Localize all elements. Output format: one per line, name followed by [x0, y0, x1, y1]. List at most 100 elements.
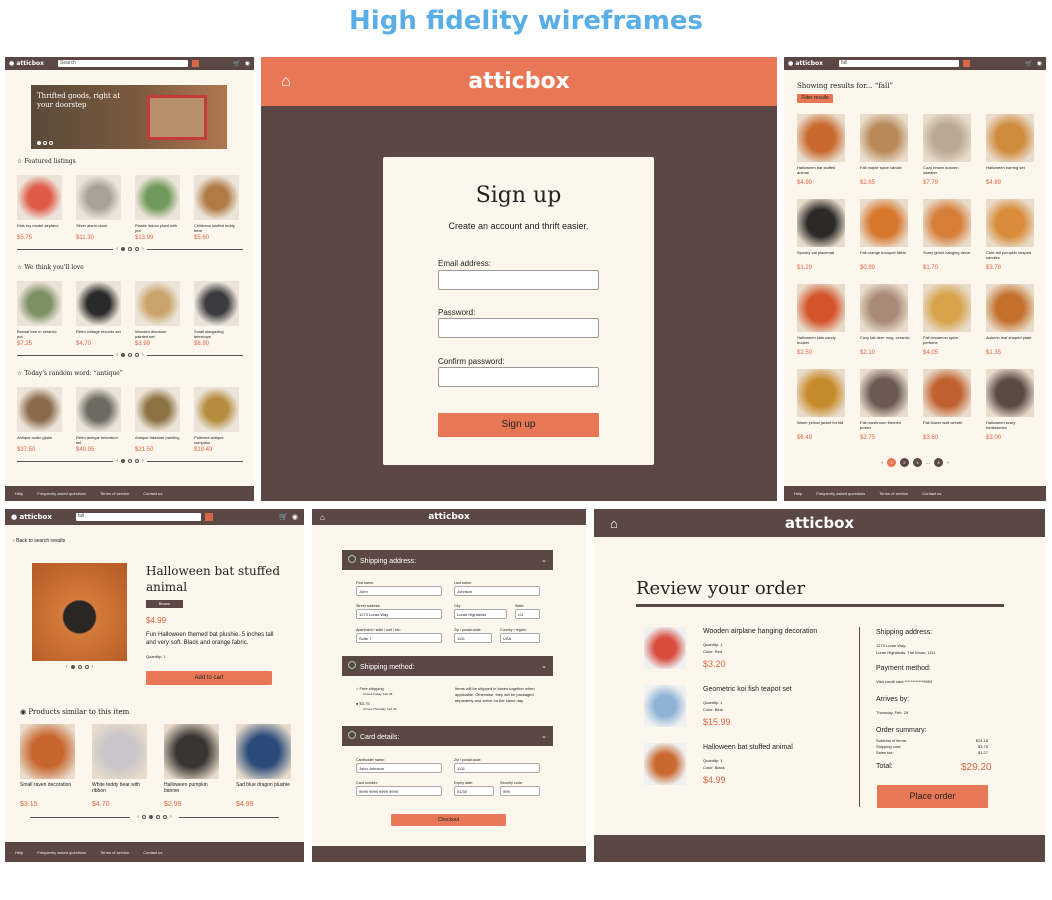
result-image[interactable] [923, 199, 971, 247]
footer-link[interactable]: Frequently asked questions [816, 491, 865, 496]
search-button[interactable] [204, 513, 213, 521]
listing-name[interactable]: Retro antique television set [76, 435, 121, 445]
quantity-stepper[interactable]: Quantity: 1 [146, 654, 165, 659]
similar-carousel-dots[interactable]: ‹ › [5, 814, 304, 820]
search-button[interactable] [963, 60, 971, 67]
cart-icon[interactable]: 🛒 [233, 60, 240, 67]
radio-free[interactable]: ○ Free shipping Arrives Friday, Feb 28 [356, 686, 392, 697]
footer-link[interactable]: Help [794, 491, 802, 496]
listing-name[interactable]: Wooden dinosaur painted set [135, 329, 180, 339]
similar-name[interactable]: Sad blue dragon plushie [236, 782, 296, 788]
listing-image[interactable] [17, 281, 62, 326]
result-name[interactable]: Cute fall pumpkin shaped candles [986, 250, 1036, 260]
email-field[interactable] [438, 270, 599, 290]
footer-link[interactable]: Help [15, 850, 23, 855]
listing-name[interactable]: Silver alarm clock [76, 223, 121, 228]
footer-link[interactable]: Terms of service [100, 850, 129, 855]
result-name[interactable]: Fall cinnamon spice perfume [923, 335, 973, 345]
listing-image[interactable] [194, 175, 239, 220]
password-field[interactable] [438, 318, 599, 338]
listing-image[interactable] [135, 387, 180, 432]
shipping-method-section[interactable]: Shipping method: ⌄ [342, 656, 553, 676]
account-icon[interactable]: ◉ [1037, 60, 1042, 67]
result-image[interactable] [860, 199, 908, 247]
color-badge[interactable]: Brown [146, 600, 183, 608]
page-number[interactable]: 2 [899, 458, 909, 467]
logo[interactable]: ● atticbox [788, 60, 823, 67]
search-input[interactable]: Search [58, 60, 189, 67]
footer-link[interactable]: Contact us [922, 491, 941, 496]
footer-link[interactable]: Contact us [143, 491, 162, 496]
radio-paid[interactable]: ● $3.75 Arrives Thursday, Feb 29 [356, 701, 396, 712]
footer-link[interactable]: Frequently asked questions [37, 491, 86, 496]
page-number[interactable]: ... [926, 460, 930, 466]
result-name[interactable]: Autumn leaf shaped plate [986, 335, 1036, 340]
input-field[interactable]: Suite 7 [356, 633, 442, 643]
listing-image[interactable] [17, 175, 62, 220]
similar-image[interactable] [20, 724, 75, 779]
input-field[interactable]: Johnson [454, 586, 540, 596]
logo[interactable]: atticbox [468, 69, 570, 94]
chevron-down-icon[interactable]: ⌄ [541, 556, 547, 564]
result-image[interactable] [797, 114, 845, 162]
input-field[interactable]: 9999 9999 9999 9999 [356, 786, 442, 796]
similar-image[interactable] [92, 724, 147, 779]
result-image[interactable] [797, 199, 845, 247]
input-field[interactable]: John Johnson [356, 763, 442, 773]
result-image[interactable] [797, 284, 845, 332]
result-name[interactable]: Cozy fall deer mug, ceramic [860, 335, 910, 340]
filter-button[interactable]: Filter results [797, 94, 833, 103]
carousel-dots[interactable]: ‹ › [17, 352, 243, 358]
logo[interactable]: atticbox [428, 512, 470, 522]
logo[interactable]: ● atticbox [11, 513, 52, 521]
similar-image[interactable] [236, 724, 291, 779]
listing-name[interactable]: Kids toy model airplane [17, 223, 62, 228]
result-name[interactable]: Halloween earring set [986, 165, 1036, 170]
result-image[interactable] [986, 114, 1034, 162]
hero-banner[interactable]: Thrifted goods, right at your doorstep [31, 85, 227, 149]
result-name[interactable]: Fall maple spice candle [860, 165, 910, 170]
result-name[interactable]: Spooky cat placemat [797, 250, 847, 255]
result-name[interactable]: Halloween bat stuffed animal [797, 165, 847, 175]
cart-icon[interactable]: 🛒 [279, 513, 288, 521]
cart-icon[interactable]: 🛒 [1025, 60, 1032, 67]
input-field[interactable]: 999 [500, 786, 540, 796]
result-name[interactable]: Halloween kids candy bucket [797, 335, 847, 345]
result-image[interactable] [860, 284, 908, 332]
place-order-button[interactable]: Place order [877, 785, 988, 808]
result-image[interactable] [923, 284, 971, 332]
search-button[interactable] [192, 60, 200, 67]
result-name[interactable]: Cozy brown autumn sweater [923, 165, 973, 175]
add-to-cart-button[interactable]: Add to cart [146, 671, 272, 685]
search-input[interactable]: fall [75, 513, 201, 521]
carousel-dots[interactable]: ‹ › [17, 246, 243, 252]
result-name[interactable]: Halloween scary tombstones [986, 420, 1036, 430]
listing-image[interactable] [76, 175, 121, 220]
input-field[interactable]: 1111 [454, 763, 540, 773]
chevron-down-icon[interactable]: ⌄ [541, 732, 547, 740]
listing-name[interactable]: Retro vintage records set [76, 329, 121, 334]
signup-button[interactable]: Sign up [438, 413, 599, 437]
prev-page-icon[interactable]: ‹ [881, 460, 883, 466]
similar-image[interactable] [164, 724, 219, 779]
carousel-dots[interactable]: ‹ › [17, 458, 243, 464]
result-image[interactable] [986, 369, 1034, 417]
listing-name[interactable]: Childrens stuffed teddy bear [194, 223, 239, 233]
result-name[interactable]: Fall orange bouquet fillers [860, 250, 910, 255]
similar-name[interactable]: White teddy bear with ribbon [92, 782, 152, 794]
similar-name[interactable]: Halloween pumpkin banner [164, 782, 224, 794]
input-field[interactable]: Lunar Highlands [454, 609, 507, 619]
logo[interactable]: ● atticbox [9, 60, 44, 67]
account-icon[interactable]: ◉ [245, 60, 250, 67]
result-image[interactable] [797, 369, 845, 417]
account-icon[interactable]: ◉ [292, 513, 298, 521]
page-number[interactable]: 1 [886, 458, 896, 467]
result-name[interactable]: Scary ghost hanging decor [923, 250, 973, 255]
checkout-button[interactable]: Checkout [391, 814, 506, 826]
listing-image[interactable] [135, 281, 180, 326]
input-field[interactable]: 1273 Lunar Way [356, 609, 442, 619]
back-link[interactable]: ‹ Back to search results [13, 538, 65, 544]
input-field[interactable]: John [356, 586, 442, 596]
listing-name[interactable]: Antique rustic globe [17, 435, 62, 440]
home-icon[interactable]: ⌂ [281, 73, 291, 91]
